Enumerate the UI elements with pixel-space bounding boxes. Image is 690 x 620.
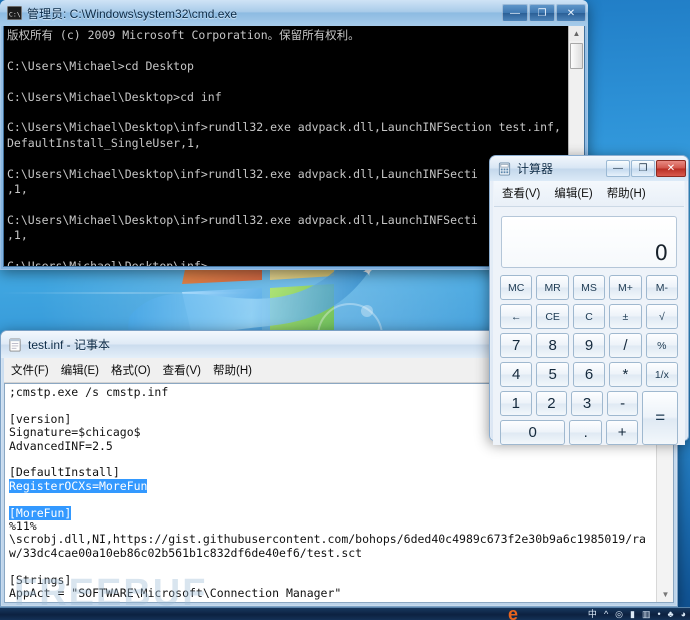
calc-key-8[interactable]: 8 — [536, 333, 569, 358]
cmd-window-controls[interactable]: — ❐ ✕ — [502, 4, 586, 22]
tray-extra-icon[interactable]: ♣ — [668, 609, 674, 619]
calc-key-7[interactable]: 7 — [500, 333, 533, 358]
calculator-row-123: 1 2 3 - — [500, 391, 639, 416]
calculator-row-0: 0 . + — [500, 420, 639, 445]
calc-key-backspace[interactable]: ← — [500, 304, 533, 329]
calc-key-1[interactable]: 1 — [500, 391, 532, 416]
notepad-menu-file[interactable]: 文件(F) — [11, 362, 49, 378]
calc-key-subtract[interactable]: - — [606, 391, 639, 416]
calc-key-add[interactable]: + — [605, 420, 639, 445]
calculator-display: 0 — [501, 216, 677, 268]
calculator-close-button[interactable]: ✕ — [656, 160, 686, 177]
calc-key-divide[interactable]: / — [609, 333, 642, 358]
calc-key-multiply[interactable]: * — [609, 362, 642, 387]
calculator-titlebar[interactable]: 计算器 — ❐ ✕ — [490, 156, 688, 181]
calc-key-2[interactable]: 2 — [535, 391, 568, 416]
battery-icon[interactable]: ▮ — [630, 609, 635, 619]
desktop: ✦ C:\ 管理员: C:\Windows\system32\cmd.exe —… — [0, 0, 690, 620]
calculator-row-memory: MC MR MS M+ M- — [500, 275, 679, 300]
notepad-menu-help[interactable]: 帮助(H) — [213, 362, 252, 378]
calc-key-ms[interactable]: MS — [572, 275, 606, 300]
notepad-text-after: %11% \scrobj.dll,NI,https://gist.githubu… — [9, 519, 646, 602]
calculator-icon — [498, 161, 511, 176]
calculator-lower-block: 1 2 3 - 0 . + = — [500, 391, 678, 445]
svg-text:C:\: C:\ — [9, 10, 21, 18]
action-center-icon[interactable]: ◎ — [615, 609, 623, 619]
calc-key-decimal[interactable]: . — [569, 420, 602, 445]
internet-explorer-icon[interactable]: e — [508, 608, 518, 620]
calculator-row-789: 7 8 9 / % — [500, 333, 679, 358]
calc-key-5[interactable]: 5 — [536, 362, 569, 387]
calculator-row-456: 4 5 6 * 1/x — [500, 362, 679, 387]
calc-key-4[interactable]: 4 — [500, 362, 533, 387]
calculator-body: 查看(V) 编辑(E) 帮助(H) 0 MC MR MS M+ M- ← CE … — [493, 181, 685, 445]
cmd-scroll-up-arrow[interactable]: ▲ — [569, 26, 584, 41]
calc-key-percent[interactable]: % — [645, 333, 679, 358]
cmd-minimize-button[interactable]: — — [502, 4, 528, 22]
calc-key-9[interactable]: 9 — [572, 333, 606, 358]
calc-key-m-minus[interactable]: M- — [645, 275, 679, 300]
volume-icon[interactable]: • — [658, 609, 661, 619]
cmd-maximize-button[interactable]: ❐ — [529, 4, 555, 22]
cmd-title: 管理员: C:\Windows\system32\cmd.exe — [27, 6, 238, 21]
notepad-selected-line-1: RegisterOCXs=MoreFun — [9, 478, 148, 493]
calculator-minimize-button[interactable]: — — [606, 160, 630, 177]
calculator-keypad: MC MR MS M+ M- ← CE C ± √ 7 8 9 / % 4 5 … — [494, 275, 684, 445]
notepad-text-before: ;cmstp.exe /s cmstp.inf [version] Signat… — [9, 385, 169, 480]
calc-key-6[interactable]: 6 — [572, 362, 606, 387]
network-icon[interactable]: ▥ — [642, 609, 651, 619]
calc-key-plus-minus[interactable]: ± — [609, 304, 642, 329]
cmd-icon: C:\ — [7, 6, 22, 20]
calculator-maximize-button[interactable]: ❐ — [631, 160, 655, 177]
wallpaper-streak — [0, 292, 250, 294]
show-hidden-icons-icon[interactable]: ^ — [604, 609, 608, 619]
notepad-menu-format[interactable]: 格式(O) — [111, 362, 151, 378]
cmd-scroll-thumb[interactable] — [570, 43, 583, 69]
calculator-menu-view[interactable]: 查看(V) — [502, 185, 540, 201]
calculator-window-controls[interactable]: — ❐ ✕ — [606, 160, 686, 177]
calc-key-0[interactable]: 0 — [500, 420, 566, 445]
calc-key-m-plus[interactable]: M+ — [609, 275, 642, 300]
calculator-window[interactable]: 计算器 — ❐ ✕ 查看(V) 编辑(E) 帮助(H) 0 MC MR MS M… — [489, 155, 689, 445]
calc-key-equals[interactable]: = — [642, 391, 678, 445]
calc-key-c[interactable]: C — [572, 304, 606, 329]
notepad-menu-edit[interactable]: 编辑(E) — [61, 362, 99, 378]
calculator-row-clear: ← CE C ± √ — [500, 304, 679, 329]
cmd-titlebar[interactable]: C:\ 管理员: C:\Windows\system32\cmd.exe — ❐… — [0, 0, 588, 26]
calc-key-sqrt[interactable]: √ — [645, 304, 679, 329]
tray-extra2-icon[interactable]: ◕ — [681, 609, 686, 619]
calc-key-mr[interactable]: MR — [536, 275, 569, 300]
calculator-menubar[interactable]: 查看(V) 编辑(E) 帮助(H) — [494, 181, 684, 207]
calc-key-reciprocal[interactable]: 1/x — [645, 362, 679, 387]
notepad-icon — [9, 337, 21, 352]
calculator-menu-help[interactable]: 帮助(H) — [607, 185, 646, 201]
ime-chinese-icon[interactable]: 中 — [588, 609, 597, 619]
notepad-menu-view[interactable]: 查看(V) — [163, 362, 201, 378]
taskbar[interactable]: e 中 ^ ◎ ▮ ▥ • ♣ ◕ — [0, 607, 690, 620]
calc-key-3[interactable]: 3 — [571, 391, 603, 416]
calculator-title: 计算器 — [517, 162, 554, 176]
calculator-lower-left: 1 2 3 - 0 . + — [500, 391, 639, 445]
notepad-selected-line-2: [MoreFun] — [9, 505, 72, 520]
cmd-close-button[interactable]: ✕ — [556, 4, 586, 22]
calc-key-ce[interactable]: CE — [536, 304, 569, 329]
calculator-menu-edit[interactable]: 编辑(E) — [554, 185, 592, 201]
notepad-scroll-down-arrow[interactable]: ▼ — [657, 586, 673, 602]
calc-key-mc[interactable]: MC — [500, 275, 533, 300]
